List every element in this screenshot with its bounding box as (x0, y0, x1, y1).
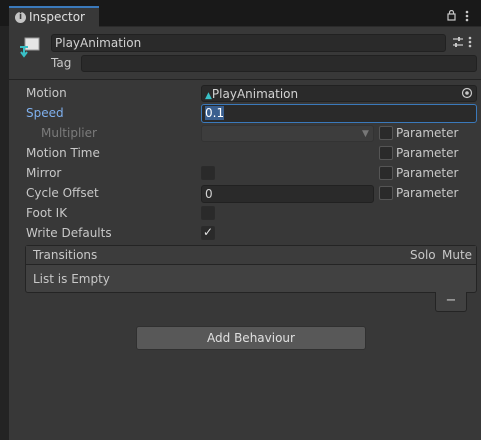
add-behaviour-label: Add Behaviour (207, 331, 295, 345)
minus-icon: − (445, 293, 457, 308)
foot-ik-label: Foot IK (26, 206, 68, 220)
state-name-value: PlayAnimation (55, 36, 142, 50)
tag-field[interactable] (81, 55, 477, 72)
motion-value: PlayAnimation (211, 87, 299, 101)
cycle-offset-parameter-checkbox[interactable] (379, 186, 393, 200)
motion-time-parameter-checkbox[interactable] (379, 146, 393, 160)
cycle-offset-label: Cycle Offset (26, 186, 99, 200)
mirror-parameter-checkbox[interactable] (379, 166, 393, 180)
tab-menu-icon[interactable] (464, 9, 470, 23)
motion-label: Motion (26, 86, 67, 100)
tab-inspector-label: Inspector (29, 10, 85, 24)
multiplier-dropdown[interactable]: ▼ (201, 125, 374, 142)
solo-column-label: Solo (410, 248, 436, 262)
foot-ik-checkbox[interactable] (201, 206, 215, 220)
transitions-empty-text: List is Empty (33, 272, 110, 286)
cycle-offset-parameter-label: Parameter (396, 186, 459, 200)
lock-icon[interactable] (447, 9, 456, 21)
tag-label: Tag (51, 56, 72, 70)
chevron-down-icon: ▼ (362, 129, 369, 139)
mirror-label: Mirror (26, 166, 62, 180)
motion-time-parameter-label: Parameter (396, 146, 459, 160)
transitions-title: Transitions (33, 248, 98, 262)
transitions-list: Transitions Solo Mute List is Empty (25, 245, 477, 293)
multiplier-parameter-label: Parameter (396, 126, 459, 140)
cycle-offset-value: 0 (205, 187, 213, 201)
cycle-offset-field[interactable]: 0 (201, 185, 374, 203)
animation-clip-icon: ▲ (205, 91, 212, 101)
object-picker-icon[interactable] (461, 87, 473, 99)
motion-field[interactable]: ▲PlayAnimation (201, 85, 477, 102)
multiplier-label: Multiplier (41, 126, 97, 140)
left-gutter (0, 26, 9, 440)
speed-field[interactable]: 0.1 (201, 104, 477, 123)
multiplier-parameter-checkbox[interactable] (379, 126, 393, 140)
state-icon (17, 35, 43, 61)
mirror-parameter-label: Parameter (396, 166, 459, 180)
mirror-checkbox[interactable] (201, 166, 215, 180)
info-icon: i (15, 12, 26, 23)
settings-sliders-icon[interactable] (452, 36, 464, 48)
write-defaults-label: Write Defaults (26, 226, 112, 240)
remove-transition-button[interactable]: − (435, 292, 467, 312)
header-menu-icon[interactable] (467, 35, 473, 49)
add-behaviour-button[interactable]: Add Behaviour (136, 326, 366, 350)
motion-time-label: Motion Time (26, 146, 100, 160)
write-defaults-checkbox[interactable] (201, 225, 215, 240)
speed-label: Speed (26, 106, 64, 120)
header-divider (9, 79, 481, 80)
transitions-header: Transitions Solo Mute (26, 246, 476, 265)
state-name-field[interactable]: PlayAnimation (51, 34, 446, 52)
speed-value: 0.1 (205, 106, 225, 120)
mute-column-label: Mute (442, 248, 473, 262)
tab-inspector[interactable]: i Inspector (9, 6, 99, 27)
